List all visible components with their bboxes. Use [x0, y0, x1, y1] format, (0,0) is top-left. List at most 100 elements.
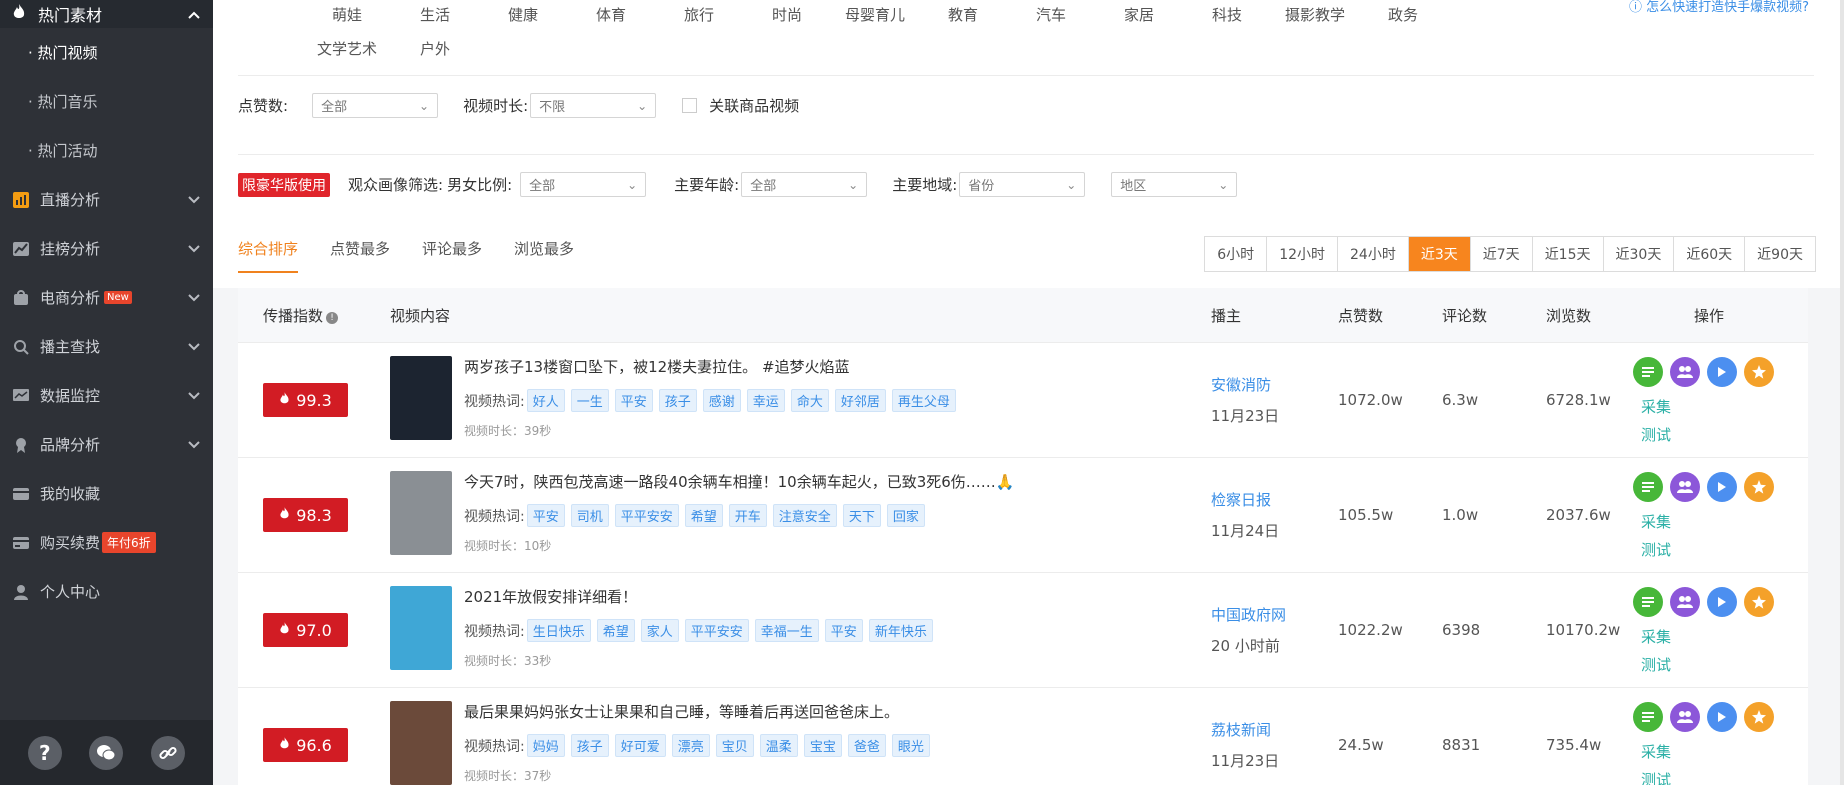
- category-item[interactable]: 健康: [479, 4, 567, 25]
- collect-link[interactable]: 采集: [1641, 511, 1671, 532]
- favorite-button[interactable]: [1744, 472, 1774, 502]
- keyword-tag[interactable]: 眼光: [891, 734, 930, 757]
- keyword-tag[interactable]: 生日快乐: [526, 619, 591, 642]
- video-title[interactable]: 2021年放假安排详细看！: [464, 586, 637, 607]
- test-link[interactable]: 测试: [1641, 539, 1671, 560]
- keyword-tag[interactable]: 司机: [570, 504, 609, 527]
- category-item[interactable]: 旅行: [655, 4, 743, 25]
- category-item[interactable]: 政务: [1359, 4, 1447, 25]
- keyword-tag[interactable]: 再生父母: [891, 389, 956, 412]
- author-link[interactable]: 安徽消防: [1211, 374, 1271, 395]
- time-range-15d[interactable]: 近15天: [1532, 237, 1604, 271]
- time-range-12h[interactable]: 12小时: [1267, 237, 1339, 271]
- category-item[interactable]: 家居: [1095, 4, 1183, 25]
- product-video-checkbox[interactable]: [682, 98, 698, 113]
- time-range-24h[interactable]: 24小时: [1338, 237, 1409, 271]
- area-select[interactable]: 地区 ⌄: [1111, 172, 1238, 197]
- sidebar-sub-hot-videos[interactable]: · 热门视频: [0, 28, 213, 77]
- category-item[interactable]: 汽车: [1007, 4, 1095, 25]
- link-icon[interactable]: [151, 735, 186, 770]
- favorite-button[interactable]: [1744, 587, 1774, 617]
- category-item[interactable]: 文学艺术: [303, 38, 391, 59]
- sidebar-item-favorites[interactable]: 我的收藏: [0, 469, 213, 518]
- collect-link[interactable]: 采集: [1641, 741, 1671, 762]
- keyword-tag[interactable]: 命大: [790, 389, 829, 412]
- keyword-tag[interactable]: 家人: [640, 619, 679, 642]
- keyword-tag[interactable]: 希望: [684, 504, 723, 527]
- keyword-tag[interactable]: 平安: [526, 504, 565, 527]
- keyword-tag[interactable]: 平平安安: [684, 619, 749, 642]
- video-thumbnail[interactable]: [390, 356, 452, 440]
- category-item[interactable]: 体育: [567, 4, 655, 25]
- keyword-tag[interactable]: 好可爱: [614, 734, 666, 757]
- keyword-tag[interactable]: 平安: [824, 619, 863, 642]
- category-item[interactable]: 摄影教学: [1271, 4, 1359, 25]
- sidebar-item-brand-analysis[interactable]: 品牌分析: [0, 420, 213, 469]
- keyword-tag[interactable]: 开车: [728, 504, 767, 527]
- test-link[interactable]: 测试: [1641, 654, 1671, 675]
- keyword-tag[interactable]: 平安: [614, 389, 653, 412]
- time-range-90d[interactable]: 近90天: [1745, 237, 1815, 271]
- tab-most-comments[interactable]: 评论最多: [422, 238, 482, 273]
- keyword-tag[interactable]: 孩子: [570, 734, 609, 757]
- keyword-tag[interactable]: 平平安安: [614, 504, 679, 527]
- keyword-tag[interactable]: 感谢: [702, 389, 741, 412]
- sidebar-item-streamer-search[interactable]: 播主查找: [0, 322, 213, 371]
- info-icon[interactable]: !: [326, 311, 339, 324]
- sidebar-item-live-analysis[interactable]: 直播分析: [0, 175, 213, 224]
- video-thumbnail[interactable]: [390, 471, 452, 555]
- age-select[interactable]: 全部 ⌄: [741, 172, 868, 197]
- author-link[interactable]: 检察日报: [1211, 489, 1271, 510]
- favorite-button[interactable]: [1744, 357, 1774, 387]
- sidebar-item-data-monitor[interactable]: 数据监控: [0, 371, 213, 420]
- help-icon[interactable]: ?: [27, 735, 62, 770]
- tab-most-likes[interactable]: 点赞最多: [330, 238, 390, 273]
- audience-button[interactable]: [1670, 357, 1700, 387]
- video-thumbnail[interactable]: [390, 586, 452, 670]
- video-thumbnail[interactable]: [390, 701, 452, 785]
- keyword-tag[interactable]: 爸爸: [847, 734, 886, 757]
- keyword-tag[interactable]: 孩子: [658, 389, 697, 412]
- audience-button[interactable]: [1670, 587, 1700, 617]
- audience-button[interactable]: [1670, 702, 1700, 732]
- sidebar-section-hot-materials[interactable]: 热门素材: [0, 0, 213, 28]
- play-button[interactable]: [1707, 702, 1737, 732]
- play-button[interactable]: [1707, 587, 1737, 617]
- keyword-tag[interactable]: 一生: [570, 389, 609, 412]
- keyword-tag[interactable]: 好邻居: [834, 389, 886, 412]
- keyword-tag[interactable]: 幸福一生: [754, 619, 819, 642]
- detail-button[interactable]: [1633, 702, 1663, 732]
- detail-button[interactable]: [1633, 357, 1663, 387]
- play-button[interactable]: [1707, 472, 1737, 502]
- keyword-tag[interactable]: 回家: [886, 504, 925, 527]
- province-select[interactable]: 省份 ⌄: [959, 172, 1086, 197]
- author-link[interactable]: 荔枝新闻: [1211, 719, 1271, 740]
- wechat-icon[interactable]: [89, 735, 124, 770]
- test-link[interactable]: 测试: [1641, 769, 1671, 785]
- keyword-tag[interactable]: 宝贝: [715, 734, 754, 757]
- likes-select[interactable]: 全部 ⌄: [312, 93, 439, 118]
- time-range-30d[interactable]: 近30天: [1603, 237, 1675, 271]
- keyword-tag[interactable]: 希望: [596, 619, 635, 642]
- time-range-3d[interactable]: 近3天: [1408, 237, 1471, 271]
- category-item[interactable]: 萌娃: [303, 4, 391, 25]
- detail-button[interactable]: [1633, 587, 1663, 617]
- sidebar-sub-hot-music[interactable]: · 热门音乐: [0, 77, 213, 126]
- sidebar-sub-hot-events[interactable]: · 热门活动: [0, 126, 213, 175]
- video-title[interactable]: 今天7时，陕西包茂高速一路段40余辆车相撞！10余辆车起火，已致3死6伤……🙏: [464, 471, 1014, 492]
- category-item[interactable]: 时尚: [743, 4, 831, 25]
- sidebar-item-ecommerce-analysis[interactable]: 电商分析 New: [0, 273, 213, 322]
- help-link[interactable]: ⓘ 怎么快速打造快手爆款视频?: [1629, 0, 1809, 15]
- duration-select[interactable]: 不限 ⌄: [530, 93, 657, 118]
- time-range-6h[interactable]: 6小时: [1205, 237, 1268, 271]
- category-item[interactable]: 母婴育儿: [831, 4, 919, 25]
- favorite-button[interactable]: [1744, 702, 1774, 732]
- time-range-60d[interactable]: 近60天: [1674, 237, 1746, 271]
- scrollbar[interactable]: [1840, 0, 1844, 785]
- sidebar-item-purchase[interactable]: 购买续费 年付6折: [0, 518, 213, 567]
- keyword-tag[interactable]: 注意安全: [772, 504, 837, 527]
- keyword-tag[interactable]: 漂亮: [671, 734, 710, 757]
- sidebar-item-profile[interactable]: 个人中心: [0, 567, 213, 616]
- sidebar-item-rank-analysis[interactable]: 挂榜分析: [0, 224, 213, 273]
- collect-link[interactable]: 采集: [1641, 396, 1671, 417]
